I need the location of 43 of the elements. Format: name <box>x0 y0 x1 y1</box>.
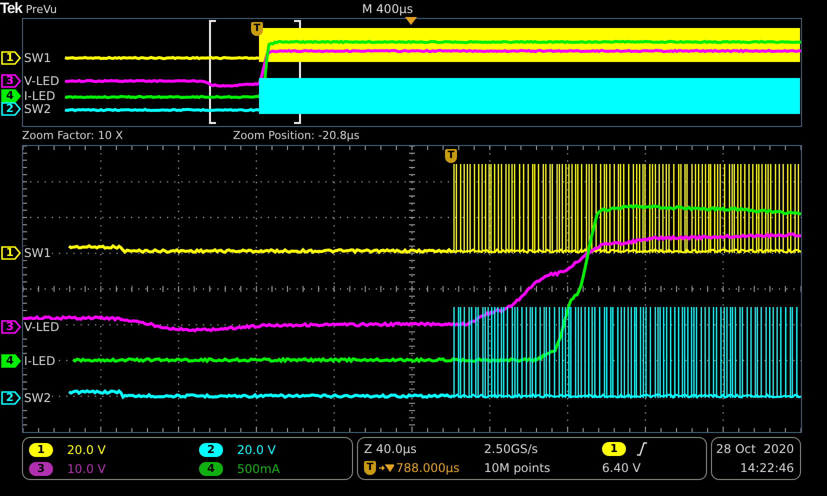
channel-marker: 3 <box>1 74 21 88</box>
mode-label: PreVu <box>26 3 57 16</box>
date-label: 28 Oct 2020 <box>716 442 794 456</box>
trace-label: I-LED <box>23 89 56 103</box>
trigger-threshold: 6.40 V <box>602 460 642 475</box>
channel-scale: 20.0 V <box>67 442 106 456</box>
rising-edge-icon <box>636 442 648 456</box>
trigger-marker: T <box>251 22 263 36</box>
channel-marker: 1 <box>1 246 21 260</box>
channel-badge: 1 <box>29 442 53 456</box>
trigger-position: 788.000μs <box>396 460 460 475</box>
time-label: 14:22:46 <box>740 460 794 475</box>
channel-badge: 4 <box>199 462 223 476</box>
channel-badge: 2 <box>199 442 223 456</box>
channel-marker: 3 <box>1 320 21 334</box>
trigger-source-badge: 1 <box>602 442 626 456</box>
zoom-factor-label: Zoom Factor: 10 X <box>22 128 124 142</box>
channel-marker: 4 <box>1 354 21 368</box>
channel-marker: 2 <box>1 391 21 405</box>
sample-rate: 2.50GS/s <box>484 442 539 456</box>
trace-label: SW1 <box>23 246 52 260</box>
channel-marker: 2 <box>1 102 21 116</box>
trace-label: SW1 <box>23 51 52 65</box>
trigger-position-icon <box>405 17 417 25</box>
trace-label: V-LED <box>23 74 60 88</box>
record-length: 10M points <box>484 460 552 475</box>
channel-scale: 10.0 V <box>67 462 106 476</box>
trigger-marker: T <box>364 460 376 475</box>
zoom-scale: Z 40.0μs <box>364 442 418 456</box>
trigger-marker: T <box>445 149 457 163</box>
trace-label: I-LED <box>23 354 56 368</box>
channel-marker: 1 <box>1 51 21 65</box>
trace-label: V-LED <box>23 320 60 334</box>
brand-logo: Tek <box>0 0 22 18</box>
channel-scale: 20.0 V <box>237 442 276 456</box>
channel-marker: 4 <box>1 89 21 103</box>
trace-label: SW2 <box>23 102 52 116</box>
arrow-icon <box>378 462 394 473</box>
channel-scale: 500mA <box>237 462 280 476</box>
timebase-label: M 400μs <box>362 2 413 16</box>
trace-label: SW2 <box>23 391 52 405</box>
channel-badge: 3 <box>29 462 53 476</box>
zoom-position-label: Zoom Position: -20.8μs <box>233 128 360 142</box>
